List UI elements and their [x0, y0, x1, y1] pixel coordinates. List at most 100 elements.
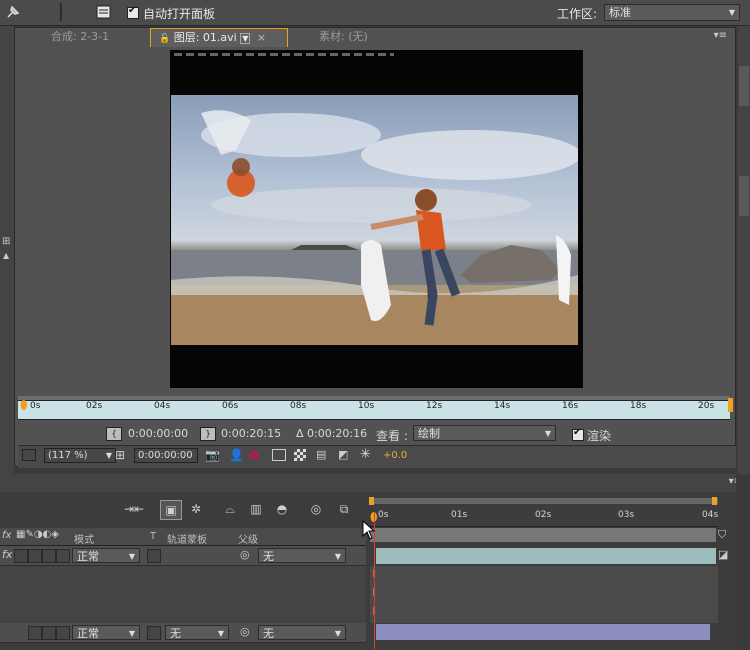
timeline-scrollbar[interactable] — [736, 474, 750, 649]
lock-icon[interactable]: 🔓 — [159, 34, 170, 44]
set-out-point-icon[interactable]: } — [200, 427, 216, 441]
comp-marker-icon[interactable]: ⛉ — [718, 528, 726, 542]
brainstorm-icon[interactable]: ◎ — [306, 500, 326, 518]
navigator-end-handle[interactable] — [712, 497, 717, 505]
workspace-select[interactable]: 标准 ▼ — [604, 4, 740, 21]
layer-duration-bar[interactable] — [376, 624, 710, 640]
grid-icon[interactable]: ▤ — [316, 448, 326, 461]
switch-box[interactable] — [28, 549, 42, 563]
out-point-time[interactable]: 0:00:20:15 — [221, 427, 281, 440]
hide-shy-layers-icon[interactable]: ⌓ — [220, 500, 240, 518]
tab-layer[interactable]: 🔓 图层: 01.avi ▼ × — [150, 28, 288, 47]
tab-composition-label: 合成: 2-3-1 — [51, 30, 110, 43]
show-snapshot-icon[interactable]: 👤 — [229, 448, 244, 462]
workspace-value: 标准 — [609, 6, 631, 19]
fx-icon[interactable]: fx — [2, 548, 12, 561]
panel-icon[interactable] — [95, 3, 113, 21]
pick-whip-icon[interactable]: ◎ — [240, 548, 250, 561]
chevron-down-icon: ▼ — [217, 629, 224, 638]
empty-row — [0, 604, 366, 624]
mode-select[interactable]: 正常 ▼ — [72, 625, 140, 640]
auto-open-panels-label: 自动打开面板 — [143, 7, 216, 21]
mask-icon[interactable]: ◩ — [338, 448, 348, 461]
switch-box[interactable] — [42, 549, 56, 563]
parent-value: 无 — [263, 550, 274, 563]
graph-editor-icon[interactable]: ⧉ — [334, 500, 354, 518]
preserve-transparency-box[interactable] — [147, 626, 161, 640]
parent-column-header: 父级 — [238, 535, 258, 546]
track-matte-select[interactable]: 无 ▼ — [165, 625, 229, 640]
exposure-value[interactable]: +0.0 — [383, 450, 407, 461]
switch-box[interactable] — [14, 549, 28, 563]
ruler-tick-label: 18s — [630, 401, 647, 411]
chevron-down-icon: ▼ — [334, 629, 341, 638]
scrollbar-thumb[interactable] — [739, 176, 749, 216]
set-in-point-icon[interactable]: { — [106, 427, 122, 441]
switch-box[interactable] — [28, 626, 42, 640]
render-label: 渲染 — [587, 429, 612, 443]
pin-tool-icon[interactable] — [4, 3, 22, 21]
motion-blur-icon[interactable]: ◓ — [272, 500, 292, 518]
draft-3d-icon[interactable]: ✲ — [186, 500, 206, 518]
zoom-select[interactable]: (117 %) ▼ — [44, 448, 116, 463]
navigator-start-handle[interactable] — [369, 497, 374, 505]
out-point-handle[interactable] — [728, 398, 733, 412]
network-icon[interactable]: ⊞ — [2, 236, 10, 247]
channels-icon[interactable]: ✿ — [249, 448, 259, 462]
transparency-grid-icon[interactable] — [294, 449, 306, 461]
mode-select[interactable]: 正常 ▼ — [72, 548, 140, 563]
tab-layer-label: 图层: 01.avi — [173, 31, 237, 44]
view-select[interactable]: 绘制 ▼ — [413, 425, 556, 441]
frame-blending-icon[interactable]: ▥ — [246, 500, 266, 518]
always-preview-icon[interactable] — [22, 449, 36, 461]
tab-footage-label: 素材: (无) — [319, 30, 368, 43]
parent-select[interactable]: 无 ▼ — [258, 548, 346, 563]
ruler-tick-label: 14s — [494, 401, 511, 411]
tab-composition[interactable]: 合成: 2-3-1 — [43, 28, 117, 46]
work-area-bar[interactable] — [370, 528, 716, 542]
right-panel-strip — [738, 26, 750, 474]
current-time-indicator-icon[interactable]: ⬮ — [20, 398, 28, 413]
snapshot-icon[interactable]: 📷 — [205, 448, 220, 462]
ruler-tick-label: 20s — [698, 401, 715, 411]
layer-marker-icon[interactable]: ◪ — [718, 548, 728, 561]
chevron-down-icon[interactable]: ▼ — [240, 33, 251, 44]
switch-box[interactable] — [56, 549, 70, 563]
auto-open-panels-checkbox[interactable] — [127, 5, 139, 19]
exposure-icon[interactable]: ✳ — [360, 447, 371, 462]
track-matte-value: 无 — [170, 627, 181, 640]
timeline-tick-label: 04s — [702, 510, 719, 520]
pick-whip-icon[interactable]: ◎ — [240, 625, 250, 638]
timeline-tick-label: 01s — [451, 510, 468, 520]
current-time-field[interactable]: 0:00:00:00 — [134, 448, 198, 463]
view-value: 绘制 — [418, 427, 440, 440]
mouse-cursor-icon — [362, 519, 376, 543]
live-update-icon[interactable]: ▣ — [160, 500, 182, 520]
layer-row[interactable]: fx 正常 ▼ ◎ 无 ▼ — [0, 546, 366, 566]
empty-row — [0, 585, 366, 605]
close-icon[interactable]: × — [257, 31, 266, 44]
scrollbar-thumb[interactable] — [739, 66, 749, 106]
ruler-tick-label: 10s — [358, 401, 375, 411]
timeline-navigator-icon[interactable]: ⇥⇤ — [124, 500, 144, 518]
safe-margins-icon[interactable]: ⊞ — [115, 448, 125, 462]
render-checkbox[interactable] — [572, 427, 584, 441]
chevron-down-icon: ▼ — [334, 552, 341, 561]
ruler-tick-label: 12s — [426, 401, 443, 411]
workspace-label: 工作区: — [557, 7, 598, 21]
tab-footage[interactable]: 素材: (无) — [311, 28, 376, 46]
region-of-interest-icon[interactable] — [272, 449, 286, 461]
layer-duration-bar[interactable] — [376, 548, 716, 564]
layer-column-header: fx ▦✎◑◐◈ 模式 T 轨道蒙板 父级 — [0, 528, 366, 546]
switch-box[interactable] — [56, 626, 70, 640]
layer-row[interactable]: 正常 ▼ 无 ▼ ◎ 无 ▼ — [0, 623, 366, 643]
time-navigator-bar[interactable] — [370, 498, 718, 504]
scroll-up-icon[interactable]: ▲ — [3, 251, 9, 260]
in-point-time[interactable]: 0:00:00:00 — [128, 427, 188, 440]
panel-menu-icon[interactable]: ▾≡ — [714, 30, 727, 41]
time-ruler[interactable]: 0s 02s 04s 06s 08s 10s 12s 14s 16s 18s 2… — [18, 400, 730, 420]
switch-box[interactable] — [42, 626, 56, 640]
parent-select[interactable]: 无 ▼ — [258, 625, 346, 640]
view-label: 查看 : — [376, 429, 408, 443]
preserve-transparency-box[interactable] — [147, 549, 161, 563]
